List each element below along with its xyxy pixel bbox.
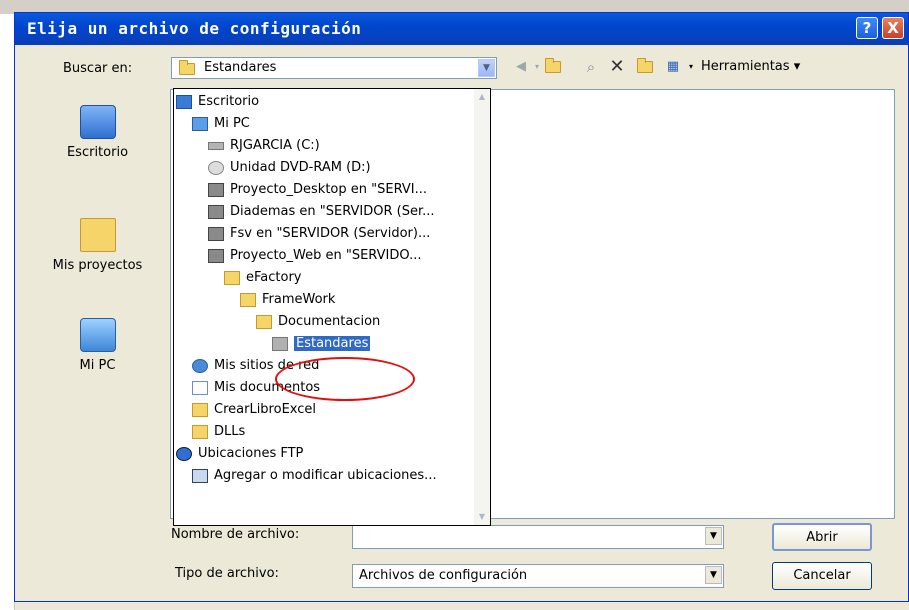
toolbar: ◀ ▾ ⌕ ✕ ▦ ▾ Herramientas ▾ (511, 55, 891, 79)
chevron-down-icon[interactable]: ▼ (705, 527, 722, 545)
dropdown-item[interactable]: Diademas en "SERVIDOR (Ser... (208, 201, 435, 223)
places-bar: Escritorio Mis proyectos Mi PC (35, 93, 160, 573)
scrollbar[interactable]: ▲ ▼ (474, 89, 490, 525)
dropdown-item[interactable]: Mi PC (192, 113, 250, 135)
desktop-icon (79, 105, 116, 139)
dvd-icon (208, 160, 224, 175)
lookin-combo[interactable]: Estandares ▼ (171, 57, 497, 79)
chevron-down-icon[interactable]: ▼ (705, 566, 722, 584)
dropdown-item[interactable]: Unidad DVD-RAM (D:) (208, 157, 371, 179)
folder-icon (256, 314, 272, 329)
dropdown-item[interactable]: Agregar o modificar ubicaciones... (192, 465, 437, 487)
filetype-combo[interactable]: Archivos de configuración ▼ (352, 564, 724, 588)
dropdown-item[interactable]: Escritorio (176, 91, 259, 113)
place-label: Escritorio (66, 145, 129, 160)
documents-icon (192, 380, 208, 395)
views-icon[interactable]: ▦ (663, 58, 683, 76)
folder-icon (240, 292, 256, 307)
folder-icon (272, 336, 288, 351)
place-mi-pc[interactable]: Mi PC (35, 318, 160, 373)
cancel-button[interactable]: Cancelar (772, 562, 872, 590)
ftp-icon (176, 446, 192, 461)
delete-icon[interactable]: ✕ (607, 58, 627, 76)
title-bar[interactable]: Elija un archivo de configuración ? X (15, 13, 908, 45)
computer-icon (192, 116, 208, 131)
computer-icon (79, 318, 116, 352)
dropdown-item-selected[interactable]: Estandares (272, 333, 371, 355)
background-window-left (0, 14, 15, 610)
filetype-label: Tipo de archivo: (175, 566, 279, 581)
scroll-down-icon[interactable]: ▼ (474, 509, 490, 525)
folder-icon (79, 218, 116, 252)
views-dropdown-icon[interactable]: ▾ (681, 58, 701, 76)
window-title: Elija un archivo de configuración (27, 19, 362, 38)
folder-icon (192, 424, 208, 439)
place-mis-proyectos[interactable]: Mis proyectos (35, 218, 160, 273)
network-places-icon (192, 358, 208, 373)
highlight-annotation (275, 357, 415, 401)
dropdown-item[interactable]: Proyecto_Web en "SERVIDO... (208, 245, 421, 267)
network-drive-icon (208, 204, 224, 219)
network-drive-icon (208, 248, 224, 263)
desktop-icon (176, 94, 192, 109)
search-web-icon[interactable]: ⌕ (581, 58, 601, 76)
lookin-value: Estandares (204, 60, 277, 75)
ftp-add-icon (192, 468, 208, 483)
dropdown-item[interactable]: DLLs (192, 421, 245, 443)
place-label: Mi PC (79, 358, 116, 373)
open-file-dialog: Elija un archivo de configuración ? X Bu… (14, 12, 909, 602)
dropdown-item[interactable]: Fsv en "SERVIDOR (Servidor)... (208, 223, 430, 245)
new-folder-icon[interactable] (635, 57, 655, 76)
dropdown-item[interactable]: Documentacion (256, 311, 380, 333)
folder-icon (224, 270, 240, 285)
network-drive-icon (208, 182, 224, 197)
network-drive-icon (208, 226, 224, 241)
place-label: Mis proyectos (52, 258, 143, 273)
dropdown-item[interactable]: RJGARCIA (C:) (208, 135, 320, 157)
dropdown-item[interactable]: FrameWork (240, 289, 335, 311)
dropdown-item[interactable]: Proyecto_Desktop en "SERVI... (208, 179, 427, 201)
chevron-down-icon[interactable]: ▼ (478, 59, 495, 77)
place-escritorio[interactable]: Escritorio (35, 105, 160, 160)
open-button[interactable]: Abrir (772, 523, 872, 551)
lookin-label: Buscar en: (63, 61, 133, 76)
folder-icon (192, 402, 208, 417)
folder-icon (179, 60, 195, 75)
scroll-up-icon[interactable]: ▲ (474, 89, 490, 105)
filename-combo[interactable]: ▼ (352, 525, 724, 549)
help-button[interactable]: ? (856, 17, 878, 39)
up-folder-icon[interactable] (543, 57, 563, 76)
tools-menu[interactable]: Herramientas ▾ (701, 59, 800, 74)
drive-icon (208, 141, 224, 150)
dropdown-item[interactable]: Ubicaciones FTP (176, 443, 303, 465)
dropdown-item[interactable]: eFactory (224, 267, 302, 289)
lookin-dropdown-list[interactable]: ▲ ▼ Escritorio Mi PC RJGARCIA (C:) Unida… (173, 88, 491, 526)
dropdown-item[interactable]: CrearLibroExcel (192, 399, 316, 421)
filename-label: Nombre de archivo: (171, 527, 300, 542)
close-button[interactable]: X (882, 17, 904, 39)
filetype-value: Archivos de configuración (359, 568, 528, 583)
